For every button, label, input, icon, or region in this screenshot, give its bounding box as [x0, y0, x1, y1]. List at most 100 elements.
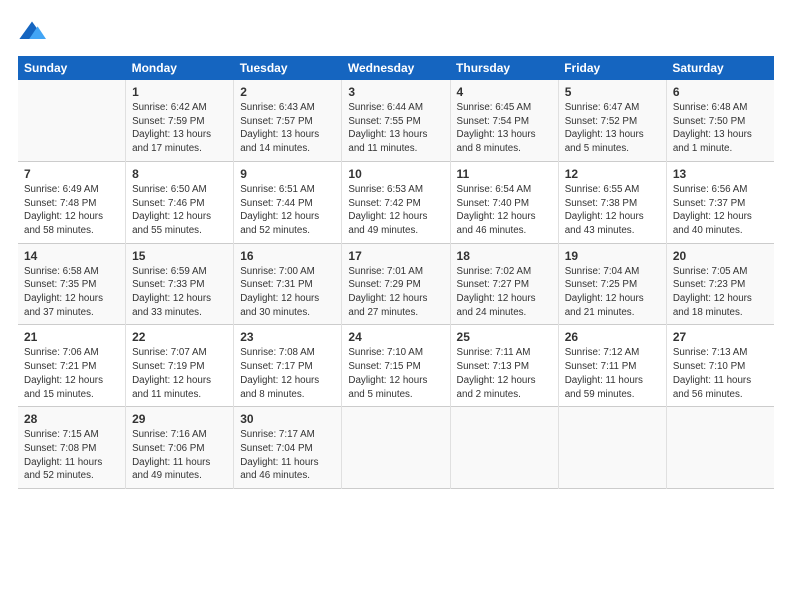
day-number: 27 — [673, 330, 768, 344]
cell-2-2: 8Sunrise: 6:50 AM Sunset: 7:46 PM Daylig… — [126, 161, 234, 243]
cell-5-5 — [450, 407, 558, 489]
day-info: Sunrise: 6:51 AM Sunset: 7:44 PM Dayligh… — [240, 183, 335, 238]
day-info: Sunrise: 7:15 AM Sunset: 7:08 PM Dayligh… — [24, 428, 119, 483]
day-number: 3 — [348, 85, 443, 99]
day-info: Sunrise: 7:10 AM Sunset: 7:15 PM Dayligh… — [348, 346, 443, 401]
page: SundayMondayTuesdayWednesdayThursdayFrid… — [0, 0, 792, 612]
day-number: 26 — [565, 330, 660, 344]
day-number: 14 — [24, 249, 119, 263]
day-info: Sunrise: 7:13 AM Sunset: 7:10 PM Dayligh… — [673, 346, 768, 401]
day-info: Sunrise: 6:49 AM Sunset: 7:48 PM Dayligh… — [24, 183, 119, 238]
day-info: Sunrise: 6:47 AM Sunset: 7:52 PM Dayligh… — [565, 101, 660, 156]
cell-5-4 — [342, 407, 450, 489]
cell-5-2: 29 Sunrise: 7:16 AM Sunset: 7:06 PM Dayli… — [126, 407, 234, 489]
cell-5-7 — [666, 407, 774, 489]
cell-1-7: 6 Sunrise: 6:48 AM Sunset: 7:50 PM Daylig… — [666, 80, 774, 161]
week-row-4: 21 Sunrise: 7:06 AM Sunset: 7:21 PM Dayli… — [18, 325, 774, 407]
day-info: Sunrise: 6:58 AM Sunset: 7:35 PM Dayligh… — [24, 265, 119, 320]
col-header-wednesday: Wednesday — [342, 56, 450, 80]
day-info: Sunrise: 7:17 AM Sunset: 7:04 PM Dayligh… — [240, 428, 335, 483]
cell-2-1: 7 Sunrise: 6:49 AM Sunset: 7:48 PM Daylig… — [18, 161, 126, 243]
logo — [18, 18, 50, 46]
day-number: 15 — [132, 249, 227, 263]
cell-2-3: 9 Sunrise: 6:51 AM Sunset: 7:44 PM Daylig… — [234, 161, 342, 243]
calendar-table: SundayMondayTuesdayWednesdayThursdayFrid… — [18, 56, 774, 489]
day-number: 8 — [132, 167, 227, 181]
day-number: 24 — [348, 330, 443, 344]
day-info: Sunrise: 7:02 AM Sunset: 7:27 PM Dayligh… — [457, 265, 552, 320]
day-info: Sunrise: 7:01 AM Sunset: 7:29 PM Dayligh… — [348, 265, 443, 320]
cell-3-6: 19Sunrise: 7:04 AM Sunset: 7:25 PM Dayli… — [558, 243, 666, 325]
day-number: 1 — [132, 85, 227, 99]
day-info: Sunrise: 6:55 AM Sunset: 7:38 PM Dayligh… — [565, 183, 660, 238]
day-number: 2 — [240, 85, 335, 99]
cell-3-7: 20 Sunrise: 7:05 AM Sunset: 7:23 PM Dayli… — [666, 243, 774, 325]
col-header-monday: Monday — [126, 56, 234, 80]
day-number: 13 — [673, 167, 768, 181]
day-number: 7 — [24, 167, 119, 181]
day-number: 29 — [132, 412, 227, 426]
day-info: Sunrise: 7:05 AM Sunset: 7:23 PM Dayligh… — [673, 265, 768, 320]
cell-5-6 — [558, 407, 666, 489]
week-row-2: 7 Sunrise: 6:49 AM Sunset: 7:48 PM Daylig… — [18, 161, 774, 243]
cell-4-5: 25 Sunrise: 7:11 AM Sunset: 7:13 PM Dayli… — [450, 325, 558, 407]
day-info: Sunrise: 6:59 AM Sunset: 7:33 PM Dayligh… — [132, 265, 227, 320]
day-info: Sunrise: 7:00 AM Sunset: 7:31 PM Dayligh… — [240, 265, 335, 320]
cell-2-6: 12 Sunrise: 6:55 AM Sunset: 7:38 PM Dayli… — [558, 161, 666, 243]
day-number: 10 — [348, 167, 443, 181]
day-info: Sunrise: 6:56 AM Sunset: 7:37 PM Dayligh… — [673, 183, 768, 238]
cell-3-5: 18 Sunrise: 7:02 AM Sunset: 7:27 PM Dayli… — [450, 243, 558, 325]
day-number: 18 — [457, 249, 552, 263]
cell-1-4: 3 Sunrise: 6:44 AM Sunset: 7:55 PM Daylig… — [342, 80, 450, 161]
logo-icon — [18, 18, 46, 46]
day-number: 25 — [457, 330, 552, 344]
cell-5-3: 30 Sunrise: 7:17 AM Sunset: 7:04 PM Dayli… — [234, 407, 342, 489]
day-number: 22 — [132, 330, 227, 344]
day-number: 28 — [24, 412, 119, 426]
cell-2-5: 11Sunrise: 6:54 AM Sunset: 7:40 PM Dayli… — [450, 161, 558, 243]
day-info: Sunrise: 7:12 AM Sunset: 7:11 PM Dayligh… — [565, 346, 660, 401]
col-header-tuesday: Tuesday — [234, 56, 342, 80]
day-number: 21 — [24, 330, 119, 344]
cell-3-4: 17Sunrise: 7:01 AM Sunset: 7:29 PM Dayli… — [342, 243, 450, 325]
col-header-sunday: Sunday — [18, 56, 126, 80]
week-row-5: 28 Sunrise: 7:15 AM Sunset: 7:08 PM Dayli… — [18, 407, 774, 489]
week-row-3: 14 Sunrise: 6:58 AM Sunset: 7:35 PM Dayli… — [18, 243, 774, 325]
cell-5-1: 28 Sunrise: 7:15 AM Sunset: 7:08 PM Dayli… — [18, 407, 126, 489]
day-info: Sunrise: 6:42 AM Sunset: 7:59 PM Dayligh… — [132, 101, 227, 156]
day-number: 20 — [673, 249, 768, 263]
day-info: Sunrise: 7:07 AM Sunset: 7:19 PM Dayligh… — [132, 346, 227, 401]
day-info: Sunrise: 7:08 AM Sunset: 7:17 PM Dayligh… — [240, 346, 335, 401]
cell-4-7: 27 Sunrise: 7:13 AM Sunset: 7:10 PM Dayli… — [666, 325, 774, 407]
cell-2-4: 10 Sunrise: 6:53 AM Sunset: 7:42 PM Dayli… — [342, 161, 450, 243]
day-info: Sunrise: 7:06 AM Sunset: 7:21 PM Dayligh… — [24, 346, 119, 401]
day-number: 16 — [240, 249, 335, 263]
day-info: Sunrise: 6:54 AM Sunset: 7:40 PM Dayligh… — [457, 183, 552, 238]
cell-4-6: 26 Sunrise: 7:12 AM Sunset: 7:11 PM Dayli… — [558, 325, 666, 407]
day-info: Sunrise: 6:43 AM Sunset: 7:57 PM Dayligh… — [240, 101, 335, 156]
cell-4-1: 21 Sunrise: 7:06 AM Sunset: 7:21 PM Dayli… — [18, 325, 126, 407]
cell-1-2: 1 Sunrise: 6:42 AM Sunset: 7:59 PM Daylig… — [126, 80, 234, 161]
day-number: 4 — [457, 85, 552, 99]
day-number: 6 — [673, 85, 768, 99]
header — [18, 18, 774, 46]
cell-3-1: 14 Sunrise: 6:58 AM Sunset: 7:35 PM Dayli… — [18, 243, 126, 325]
day-info: Sunrise: 6:53 AM Sunset: 7:42 PM Dayligh… — [348, 183, 443, 238]
cell-3-2: 15 Sunrise: 6:59 AM Sunset: 7:33 PM Dayli… — [126, 243, 234, 325]
cell-4-4: 24 Sunrise: 7:10 AM Sunset: 7:15 PM Dayli… — [342, 325, 450, 407]
day-number: 5 — [565, 85, 660, 99]
day-info: Sunrise: 6:48 AM Sunset: 7:50 PM Dayligh… — [673, 101, 768, 156]
day-number: 12 — [565, 167, 660, 181]
day-info: Sunrise: 7:11 AM Sunset: 7:13 PM Dayligh… — [457, 346, 552, 401]
day-number: 30 — [240, 412, 335, 426]
day-info: Sunrise: 6:44 AM Sunset: 7:55 PM Dayligh… — [348, 101, 443, 156]
cell-1-6: 5 Sunrise: 6:47 AM Sunset: 7:52 PM Daylig… — [558, 80, 666, 161]
header-row: SundayMondayTuesdayWednesdayThursdayFrid… — [18, 56, 774, 80]
day-info: Sunrise: 7:04 AM Sunset: 7:25 PM Dayligh… — [565, 265, 660, 320]
day-info: Sunrise: 6:45 AM Sunset: 7:54 PM Dayligh… — [457, 101, 552, 156]
day-number: 9 — [240, 167, 335, 181]
day-info: Sunrise: 7:16 AM Sunset: 7:06 PM Dayligh… — [132, 428, 227, 483]
cell-2-7: 13 Sunrise: 6:56 AM Sunset: 7:37 PM Dayli… — [666, 161, 774, 243]
col-header-thursday: Thursday — [450, 56, 558, 80]
col-header-friday: Friday — [558, 56, 666, 80]
